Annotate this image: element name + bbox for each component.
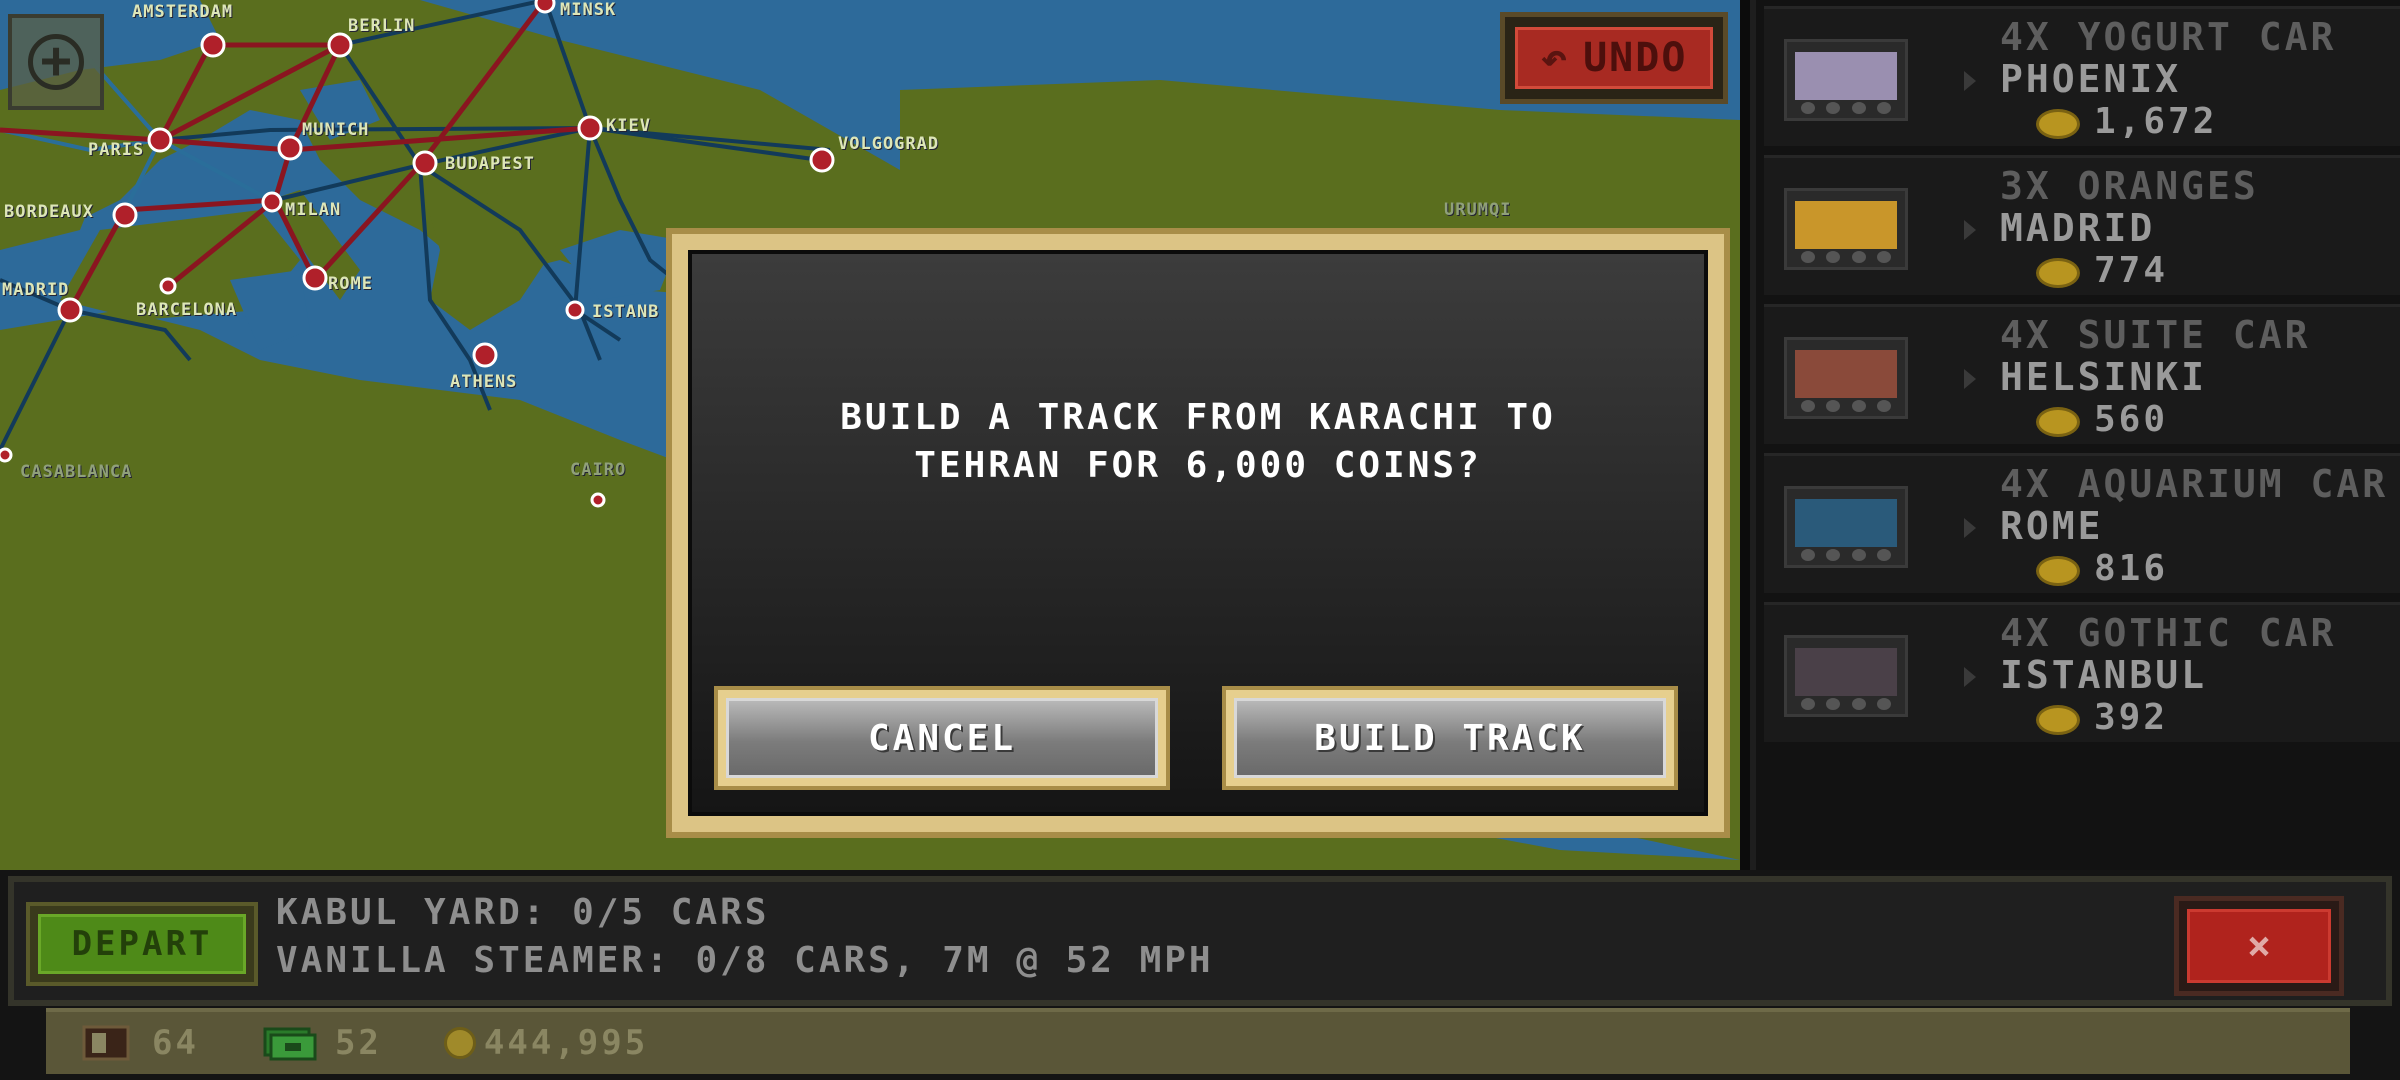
city-label-barcelona: BARCELONA [136, 300, 238, 320]
order-payout: 392 [2094, 697, 2169, 738]
city-label-berlin: BERLIN [348, 16, 416, 36]
depart-button[interactable]: DEPART [26, 902, 258, 986]
city-label-urumqi: URUMQI [1444, 200, 1512, 220]
build-track-button[interactable]: BUILD TRACK [1222, 686, 1678, 790]
order-destination: MADRID [2000, 206, 2156, 250]
zoom-in-button[interactable]: + [8, 14, 104, 110]
cancel-button[interactable]: CANCEL [714, 686, 1170, 790]
order-item[interactable]: 4X YOGURT CAR PHOENIX 1,672 [1764, 6, 2400, 146]
oranges-car-icon [1795, 201, 1897, 249]
suite-car-icon [1795, 350, 1897, 398]
arrow-icon [1964, 71, 1976, 91]
city-label-minsk: MINSK [560, 0, 617, 20]
coin-icon [2036, 407, 2080, 437]
city-label-bordeaux: BORDEAUX [4, 202, 94, 222]
dialog-message: BUILD A TRACK FROM KARACHI TO TEHRAN FOR… [692, 394, 1704, 490]
order-destination: ROME [2000, 504, 2104, 548]
city-label-casablanca: CASABLANCA [20, 462, 133, 482]
order-item[interactable]: 4X AQUARIUM CAR ROME 816 [1764, 453, 2400, 593]
city-label-volgograd: VOLGOGRAD [838, 134, 940, 154]
dialog-message-line-2: TEHRAN FOR 6,000 COINS? [914, 445, 1482, 486]
undo-arrow-icon: ↶ [1540, 32, 1570, 84]
city-label-amsterdam: AMSTERDAM [132, 2, 234, 22]
order-payout: 774 [2094, 250, 2169, 291]
order-quantity: 4X YOGURT CAR [2000, 15, 2337, 59]
train-info-bar: DEPART KABUL YARD: 0/5 CARS VANILLA STEA… [8, 876, 2392, 1006]
dialog-message-line-1: BUILD A TRACK FROM KARACHI TO [840, 397, 1556, 438]
order-quantity: 3X ORANGES [2000, 164, 2259, 208]
coin-icon [2036, 258, 2080, 288]
city-label-milan: MILAN [285, 200, 342, 220]
car-thumbnail [1784, 188, 1908, 270]
order-item[interactable]: 4X SUITE CAR HELSINKI 560 [1764, 304, 2400, 444]
car-thumbnail [1784, 337, 1908, 419]
car-thumbnail [1784, 39, 1908, 121]
order-item[interactable]: 3X ORANGES MADRID 774 [1764, 155, 2400, 295]
coin-icon [2036, 705, 2080, 735]
zoom-in-icon: + [28, 34, 84, 90]
aquarium-car-icon [1795, 499, 1897, 547]
city-label-munich: MUNICH [302, 120, 370, 140]
depart-label: DEPART [38, 914, 246, 974]
undo-button[interactable]: ↶ UNDO [1500, 12, 1728, 104]
order-payout: 816 [2094, 548, 2169, 589]
city-label-budapest: BUDAPEST [445, 154, 535, 174]
cash-count: 52 [334, 1023, 382, 1063]
order-payout: 1,672 [2094, 101, 2218, 142]
close-button[interactable]: × [2174, 896, 2344, 996]
close-icon: × [2187, 909, 2331, 983]
city-label-athens: ATHENS [450, 372, 518, 392]
train-car-icon [82, 1025, 130, 1061]
order-item[interactable]: 4X GOTHIC CAR ISTANBUL 392 [1764, 602, 2400, 742]
order-payout: 560 [2094, 399, 2169, 440]
yard-status: KABUL YARD: 0/5 CARS [276, 892, 770, 933]
cash-icon [263, 1027, 317, 1061]
yogurt-car-icon [1795, 52, 1897, 100]
order-quantity: 4X AQUARIUM CAR [2000, 462, 2389, 506]
city-label-rome: ROME [328, 274, 373, 294]
build-track-label: BUILD TRACK [1234, 698, 1666, 778]
arrow-icon [1964, 667, 1976, 687]
order-quantity: 4X SUITE CAR [2000, 313, 2311, 357]
coin-icon [2036, 109, 2080, 139]
arrow-icon [1964, 369, 1976, 389]
city-label-paris: PARIS [88, 140, 145, 160]
undo-label: UNDO [1583, 35, 1688, 81]
gothic-car-icon [1795, 648, 1897, 696]
city-label-kiev: KIEV [606, 116, 651, 136]
city-label-istanbul: ISTANB [592, 302, 660, 322]
city-label-cairo: CAIRO [570, 460, 627, 480]
city-label-madrid: MADRID [2, 280, 70, 300]
coin-count: 444,995 [483, 1023, 649, 1063]
order-destination: HELSINKI [2000, 355, 2208, 399]
arrow-icon [1964, 220, 1976, 240]
car-thumbnail [1784, 635, 1908, 717]
car-thumbnail [1784, 486, 1908, 568]
order-destination: ISTANBUL [2000, 653, 2208, 697]
build-track-dialog: BUILD A TRACK FROM KARACHI TO TEHRAN FOR… [666, 228, 1730, 838]
bottom-bar: DEPART KABUL YARD: 0/5 CARS VANILLA STEA… [0, 870, 2400, 1080]
order-quantity: 4X GOTHIC CAR [2000, 611, 2337, 655]
cancel-label: CANCEL [726, 698, 1158, 778]
coin-icon [2036, 556, 2080, 586]
coin-icon [443, 1027, 476, 1059]
order-list-panel[interactable]: 4X YOGURT CAR PHOENIX 1,672 3X ORANGES M… [1750, 0, 2400, 870]
stats-bar: 64 52 444,995 [46, 1008, 2350, 1074]
car-count: 64 [152, 1023, 199, 1063]
engine-status: VANILLA STEAMER: 0/8 CARS, 7M @ 52 MPH [276, 940, 1214, 981]
arrow-icon [1964, 518, 1976, 538]
order-destination: PHOENIX [2000, 57, 2182, 101]
